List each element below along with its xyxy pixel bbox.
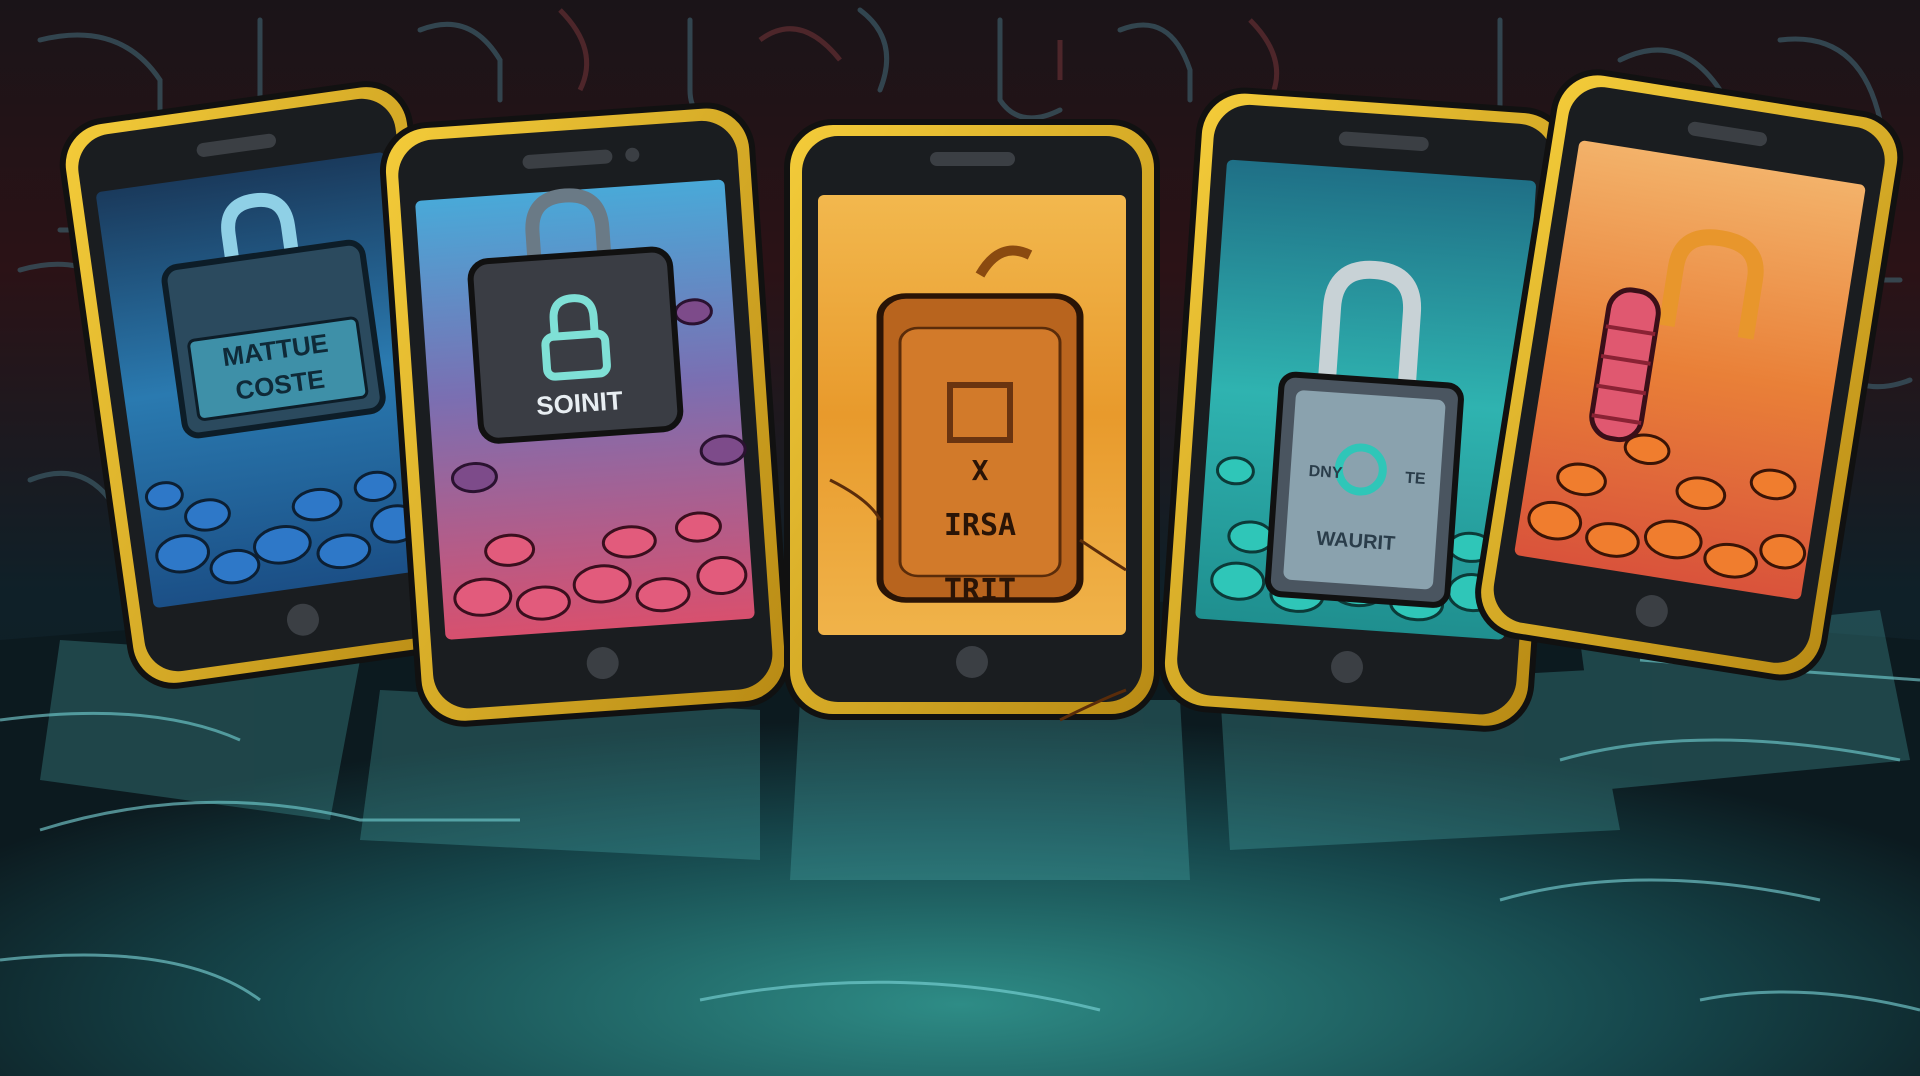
phone-3-text-1: X — [972, 454, 989, 487]
home-button — [956, 646, 988, 678]
phone-4-text-1: DNY — [1308, 463, 1343, 482]
phone-3-text-3: TRIT — [944, 573, 1016, 608]
illustration-canvas: MATTUE COSTE SOINIT X IRSA TRIT DNY TE W… — [0, 0, 1920, 1076]
phone-2-text-1: SOINIT — [535, 385, 624, 421]
phone-4-text-2: TE — [1405, 470, 1427, 488]
speaker-slot — [930, 152, 1015, 166]
phone-3: X IRSA TRIT — [784, 119, 1160, 722]
phone-3-text-2: IRSA — [944, 508, 1016, 543]
phone-2: SOINIT — [379, 102, 791, 727]
